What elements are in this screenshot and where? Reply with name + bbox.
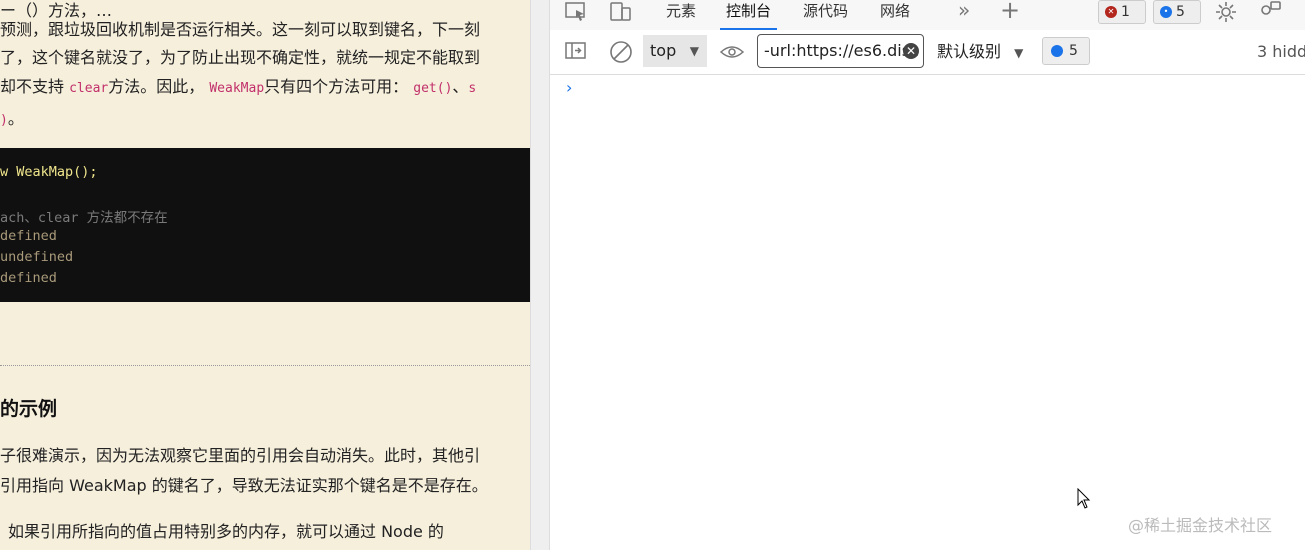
context-selector[interactable]: top ▼ bbox=[643, 35, 707, 67]
settings-gear-icon[interactable] bbox=[1214, 0, 1238, 28]
clear-filter-icon[interactable]: ✕ bbox=[903, 43, 919, 59]
devtools-tabbar: 元素 控制台 源代码 网络 » + ✕ 1 • 5 bbox=[550, 0, 1305, 31]
article-line-4: )。 bbox=[0, 109, 24, 128]
error-count-badge[interactable]: ✕ 1 bbox=[1098, 0, 1146, 24]
message-icon: • bbox=[1160, 6, 1172, 18]
code-line-1: w WeakMap(); bbox=[0, 164, 98, 180]
device-emulation-icon[interactable] bbox=[610, 2, 632, 26]
code-line-5: defined bbox=[0, 270, 57, 286]
add-tab-icon[interactable]: + bbox=[1000, 0, 1020, 24]
section-divider bbox=[0, 365, 530, 366]
tab-elements[interactable]: 元素 bbox=[666, 0, 696, 30]
feedback-icon[interactable] bbox=[1258, 0, 1282, 28]
para2-line-2: 引用指向 WeakMap 的键名了，导致无法证实那个键名是不是存在。 bbox=[0, 476, 488, 495]
console-prompt-chevron-icon[interactable]: › bbox=[566, 78, 572, 97]
inspect-element-icon[interactable] bbox=[565, 2, 587, 26]
pane-splitter[interactable] bbox=[530, 0, 550, 550]
tab-console[interactable]: 控制台 bbox=[719, 0, 778, 30]
section-heading: 的示例 bbox=[0, 398, 58, 420]
message-count-badge[interactable]: • 5 bbox=[1153, 0, 1201, 24]
hidden-messages-label: 3 hidd bbox=[1257, 42, 1305, 61]
tab-sources[interactable]: 源代码 bbox=[803, 0, 848, 30]
log-level-selector[interactable]: 默认级别 ▼ bbox=[937, 30, 1023, 74]
sidebar-toggle-icon[interactable] bbox=[565, 41, 587, 65]
inline-code-clear: clear bbox=[69, 81, 109, 96]
live-expression-eye-icon[interactable] bbox=[719, 42, 745, 66]
message-icon bbox=[1051, 45, 1063, 57]
code-line-2: ach、clear 方法都不存在 bbox=[0, 210, 168, 226]
inline-code-weakmap: WeakMap bbox=[209, 81, 265, 96]
mouse-cursor-icon bbox=[1077, 487, 1091, 514]
chevron-down-icon: ▼ bbox=[689, 44, 699, 58]
article-line-2: 了，这个键名就没了，为了防止出现不确定性，就统一规定不能取到 bbox=[0, 48, 481, 67]
code-line-3: defined bbox=[0, 228, 57, 244]
watermark: @稀土掘金技术社区 bbox=[1128, 516, 1273, 535]
clear-console-icon[interactable] bbox=[609, 40, 633, 68]
article-line-3: 却不支持 clear方法。因此， WeakMap只有四个方法可用： get()、… bbox=[0, 77, 477, 96]
code-line-4: undefined bbox=[0, 249, 74, 265]
para3-line-1: 如果引用所指向的值占用特别多的内存，就可以通过 Node 的 bbox=[8, 522, 444, 541]
article-line-1: 预测，跟垃圾回收机制是否运行相关。这一刻可以取到键名，下一刻 bbox=[0, 20, 481, 39]
devtools-panel: 元素 控制台 源代码 网络 » + ✕ 1 • 5 top ▼ -url:htt… bbox=[550, 0, 1305, 550]
chevron-down-icon: ▼ bbox=[1014, 46, 1024, 60]
error-icon: ✕ bbox=[1105, 6, 1117, 18]
more-tabs-icon[interactable]: » bbox=[958, 0, 970, 22]
issues-count-button[interactable]: 5 bbox=[1042, 37, 1090, 65]
console-toolbar: top ▼ -url:https://es6.disc ✕ 默认级别 ▼ 5 3… bbox=[550, 30, 1305, 75]
tab-network[interactable]: 网络 bbox=[880, 0, 910, 30]
article-pane: ー（）方法，… 预测，跟垃圾回收机制是否运行相关。这一刻可以取到键名，下一刻 了… bbox=[0, 0, 530, 550]
code-block: w WeakMap(); ach、clear 方法都不存在 defined un… bbox=[0, 148, 530, 302]
inline-code-get: get() bbox=[413, 81, 453, 96]
para2-line-1: 子很难演示，因为无法观察它里面的引用会自动消失。此时，其他引 bbox=[0, 446, 481, 465]
filter-input[interactable]: -url:https://es6.disc ✕ bbox=[757, 34, 924, 68]
